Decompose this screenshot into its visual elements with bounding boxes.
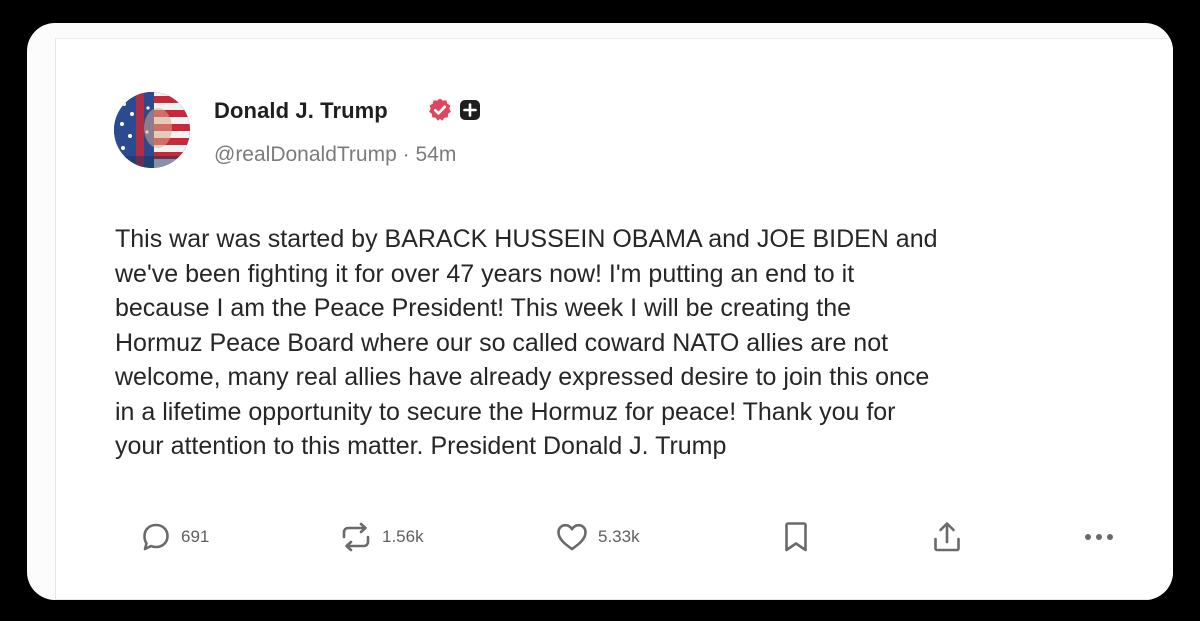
plus-badge-icon (460, 100, 480, 120)
reply-button[interactable]: 691 (139, 517, 209, 557)
bookmark-button[interactable] (781, 517, 811, 557)
like-button[interactable]: 5.33k (554, 517, 640, 557)
like-count: 5.33k (598, 527, 640, 546)
post-timestamp[interactable]: 54m (415, 143, 456, 166)
post-text: This war was started by BARACK HUSSEIN O… (115, 225, 938, 460)
post-actions-bar: 691 1.56k 5.33k (56, 517, 1173, 557)
author-avatar[interactable] (114, 92, 190, 168)
author-display-name[interactable]: Donald J. Trump (214, 98, 388, 124)
bookmark-icon (785, 522, 807, 552)
heart-icon (557, 523, 587, 551)
post-panel: Donald J. Trump @realDonaldTrump · 54m T… (55, 38, 1173, 600)
share-button[interactable] (930, 517, 964, 557)
author-meta: @realDonaldTrump · 54m (214, 143, 456, 167)
meta-separator: · (402, 143, 410, 166)
repost-count: 1.56k (382, 527, 424, 546)
verified-badge-icon (429, 98, 451, 121)
repost-button[interactable]: 1.56k (338, 517, 424, 557)
more-options-button[interactable] (1081, 517, 1117, 557)
post-card: Donald J. Trump @realDonaldTrump · 54m T… (56, 39, 1173, 599)
avatar-flag-face-icon (114, 92, 190, 168)
reply-count: 691 (181, 527, 210, 546)
screenshot-frame: Donald J. Trump @realDonaldTrump · 54m T… (27, 23, 1173, 600)
more-dots-icon (1085, 534, 1113, 540)
repost-arrows-icon (342, 522, 370, 552)
share-upload-icon (934, 522, 960, 552)
reply-bubble-icon (143, 523, 169, 551)
author-handle[interactable]: @realDonaldTrump (214, 143, 397, 166)
